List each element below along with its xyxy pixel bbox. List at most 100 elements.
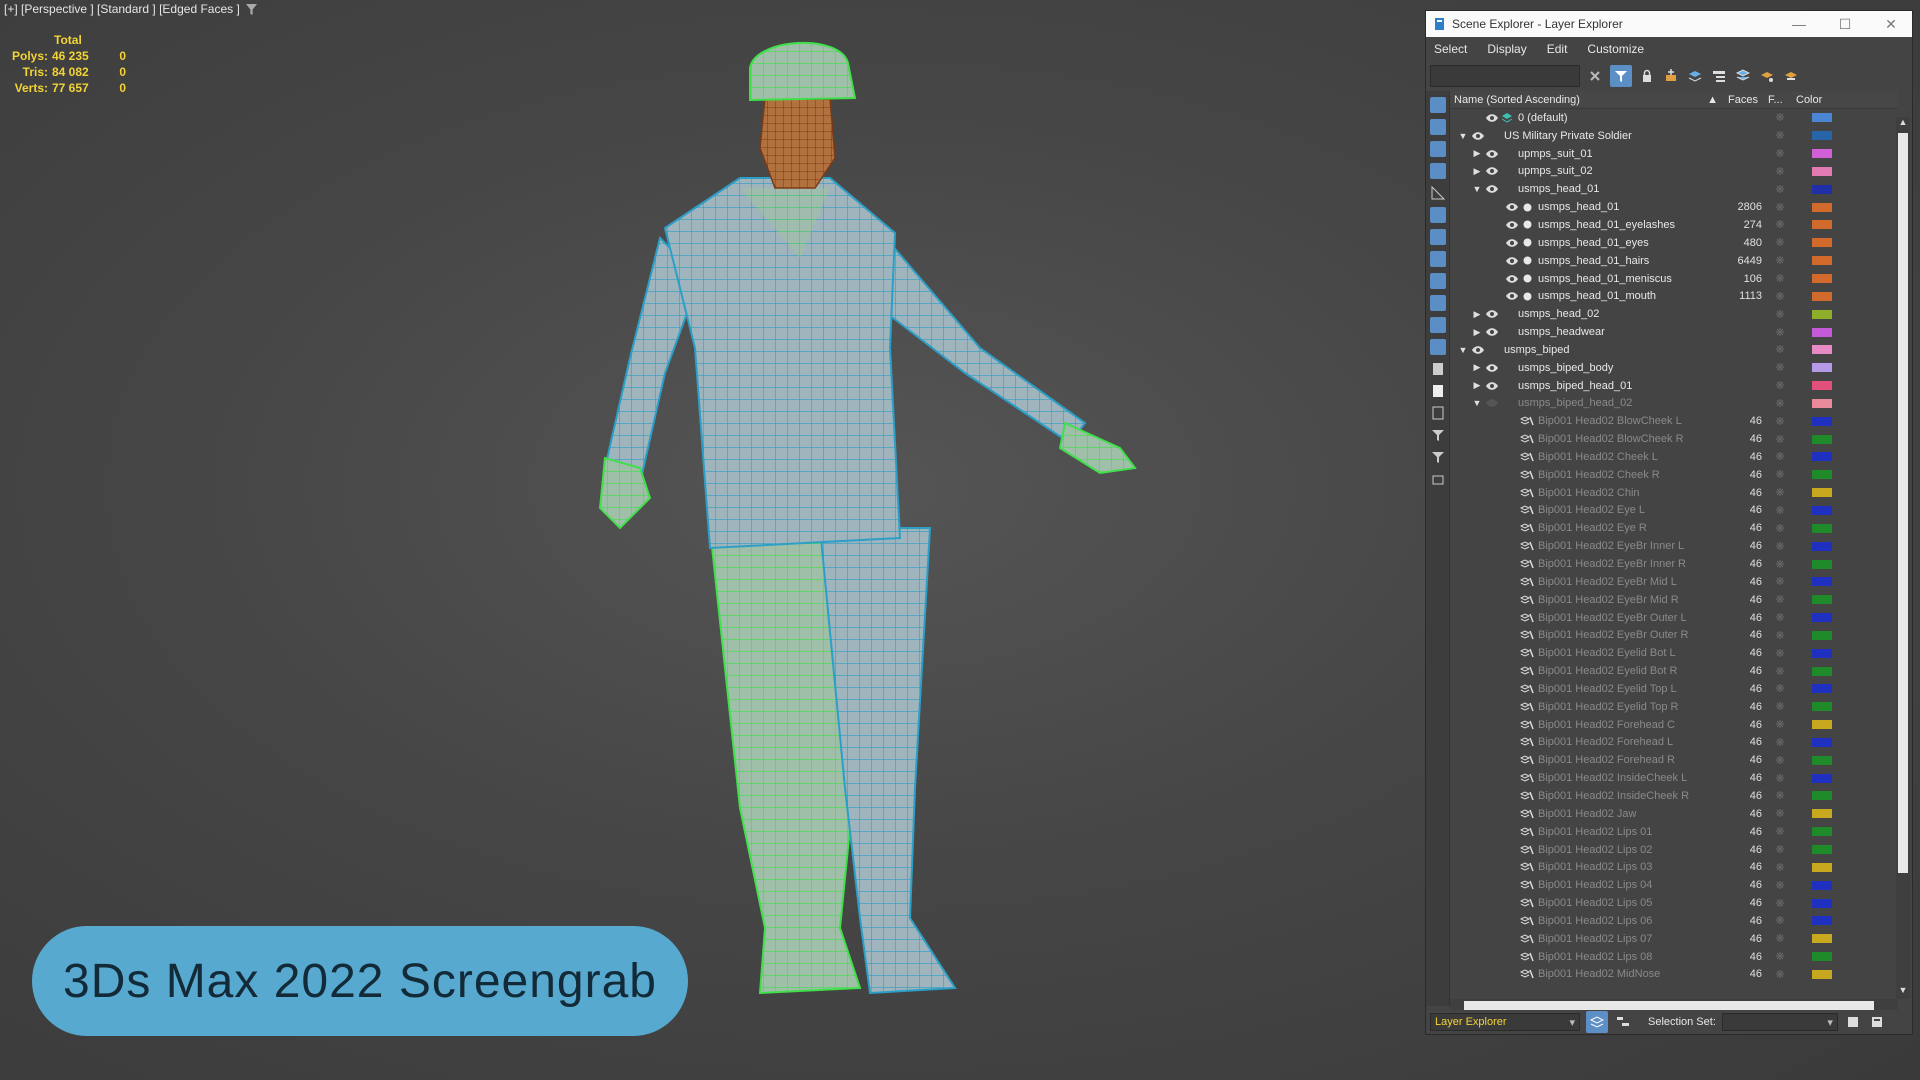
color-swatch[interactable]: [1812, 184, 1832, 194]
freeze-icon[interactable]: ❋: [1768, 789, 1792, 802]
tree-row[interactable]: Bip001 Head02 Forehead C 46 ❋: [1450, 716, 1898, 734]
close-icon[interactable]: ✕: [1868, 11, 1914, 37]
display-shapes-icon[interactable]: [1430, 119, 1446, 135]
color-swatch[interactable]: [1812, 666, 1832, 676]
row-name-cell[interactable]: usmps_head_01: [1450, 201, 1718, 213]
row-name-cell[interactable]: Bip001 Head02 Lips 06: [1450, 915, 1718, 927]
tree-row[interactable]: Bip001 Head02 Lips 01 46 ❋: [1450, 823, 1898, 841]
tree-row[interactable]: Bip001 Head02 Cheek R 46 ❋: [1450, 466, 1898, 484]
filter-funnel-alt-icon[interactable]: [1430, 449, 1446, 465]
row-color-cell[interactable]: [1792, 256, 1852, 266]
layer-mode-icon[interactable]: [1586, 1011, 1608, 1033]
row-name-cell[interactable]: ▼ usmps_head_01: [1450, 183, 1718, 195]
row-name-cell[interactable]: Bip001 Head02 EyeBr Mid L: [1450, 576, 1718, 588]
expand-toggle-icon[interactable]: ▼: [1470, 398, 1484, 408]
expand-toggle-icon[interactable]: ▼: [1456, 345, 1470, 355]
color-swatch[interactable]: [1812, 916, 1832, 926]
row-name-cell[interactable]: usmps_head_01_hairs: [1450, 255, 1718, 267]
freeze-icon[interactable]: ❋: [1768, 540, 1792, 553]
color-swatch[interactable]: [1812, 934, 1832, 944]
filter-toggle-icon[interactable]: [1610, 65, 1632, 87]
visibility-eye-icon[interactable]: [1484, 399, 1500, 408]
visibility-eye-icon[interactable]: [1484, 310, 1500, 318]
row-name-cell[interactable]: Bip001 Head02 Eye L: [1450, 504, 1718, 516]
freeze-icon[interactable]: ❋: [1768, 450, 1792, 463]
color-swatch[interactable]: [1812, 630, 1832, 640]
freeze-icon[interactable]: ❋: [1768, 361, 1792, 374]
row-name-cell[interactable]: ▶ usmps_headwear: [1450, 326, 1718, 338]
row-name-cell[interactable]: Bip001 Head02 Eyelid Top L: [1450, 683, 1718, 695]
freeze-icon[interactable]: ❋: [1768, 415, 1792, 428]
viewport-filter-icon[interactable]: [245, 3, 257, 15]
freeze-icon[interactable]: ❋: [1768, 879, 1792, 892]
tree-row[interactable]: Bip001 Head02 BlowCheek L 46 ❋: [1450, 412, 1898, 430]
visibility-eye-icon[interactable]: [1484, 328, 1500, 336]
color-swatch[interactable]: [1812, 809, 1832, 819]
row-color-cell[interactable]: [1792, 274, 1852, 284]
tree-row[interactable]: usmps_head_01_meniscus 106 ❋: [1450, 270, 1898, 288]
column-color[interactable]: Color: [1792, 94, 1862, 106]
row-name-cell[interactable]: Bip001 Head02 Forehead C: [1450, 719, 1718, 731]
display-spacewarps-icon[interactable]: [1430, 207, 1446, 223]
color-swatch[interactable]: [1812, 595, 1832, 605]
tree-row[interactable]: Bip001 Head02 Eyelid Bot R 46 ❋: [1450, 662, 1898, 680]
color-swatch[interactable]: [1812, 220, 1832, 230]
color-swatch[interactable]: [1812, 166, 1832, 176]
color-swatch[interactable]: [1812, 898, 1832, 908]
tree-row[interactable]: Bip001 Head02 Eyelid Top L 46 ❋: [1450, 680, 1898, 698]
soldier-model[interactable]: [560, 28, 1200, 1048]
row-color-cell[interactable]: [1792, 969, 1852, 979]
row-name-cell[interactable]: Bip001 Head02 EyeBr Inner R: [1450, 558, 1718, 570]
display-frozen-icon[interactable]: [1430, 317, 1446, 333]
row-color-cell[interactable]: [1792, 630, 1852, 640]
row-color-cell[interactable]: [1792, 131, 1852, 141]
color-swatch[interactable]: [1812, 416, 1832, 426]
row-name-cell[interactable]: ▶ usmps_biped_head_01: [1450, 380, 1718, 392]
freeze-icon[interactable]: ❋: [1768, 665, 1792, 678]
tree-row[interactable]: ▶ usmps_head_02 ❋: [1450, 305, 1898, 323]
color-swatch[interactable]: [1812, 702, 1832, 712]
row-color-cell[interactable]: [1792, 862, 1852, 872]
row-color-cell[interactable]: [1792, 220, 1852, 230]
freeze-icon[interactable]: ❋: [1768, 914, 1792, 927]
freeze-icon[interactable]: ❋: [1768, 326, 1792, 339]
row-name-cell[interactable]: Bip001 Head02 EyeBr Outer R: [1450, 629, 1718, 641]
color-swatch[interactable]: [1812, 327, 1832, 337]
tree-row[interactable]: Bip001 Head02 Lips 07 46 ❋: [1450, 930, 1898, 948]
row-name-cell[interactable]: Bip001 Head02 Cheek L: [1450, 451, 1718, 463]
freeze-icon[interactable]: ❋: [1768, 968, 1792, 981]
freeze-icon[interactable]: ❋: [1768, 647, 1792, 660]
tree-row[interactable]: Bip001 Head02 Lips 03 46 ❋: [1450, 858, 1898, 876]
freeze-icon[interactable]: ❋: [1768, 201, 1792, 214]
freeze-icon[interactable]: ❋: [1768, 897, 1792, 910]
tree-row[interactable]: Bip001 Head02 Lips 02 46 ❋: [1450, 841, 1898, 859]
color-swatch[interactable]: [1812, 613, 1832, 623]
row-name-cell[interactable]: ▼ usmps_biped: [1450, 344, 1718, 356]
display-cameras-icon[interactable]: [1430, 163, 1446, 179]
color-swatch[interactable]: [1812, 755, 1832, 765]
freeze-icon[interactable]: ❋: [1768, 754, 1792, 767]
freeze-icon[interactable]: ❋: [1768, 290, 1792, 303]
freeze-icon[interactable]: ❋: [1768, 379, 1792, 392]
freeze-icon[interactable]: ❋: [1768, 718, 1792, 731]
row-name-cell[interactable]: Bip001 Head02 Lips 02: [1450, 844, 1718, 856]
tree-row[interactable]: usmps_head_01_hairs 6449 ❋: [1450, 252, 1898, 270]
visibility-eye-icon[interactable]: [1484, 114, 1500, 122]
visibility-eye-icon[interactable]: [1470, 132, 1486, 140]
visibility-eye-icon[interactable]: [1504, 274, 1520, 283]
edit-selection-set-icon[interactable]: [1868, 1013, 1886, 1031]
freeze-icon[interactable]: ❋: [1768, 236, 1792, 249]
tree-row[interactable]: ▼ usmps_biped_head_02 ❋: [1450, 395, 1898, 413]
display-invert-icon[interactable]: [1430, 405, 1446, 421]
minimize-icon[interactable]: —: [1776, 11, 1822, 37]
clear-search-icon[interactable]: [1586, 67, 1604, 85]
freeze-icon[interactable]: ❋: [1768, 183, 1792, 196]
row-name-cell[interactable]: Bip001 Head02 Lips 03: [1450, 861, 1718, 873]
visibility-eye-icon[interactable]: [1504, 239, 1520, 247]
display-groups-icon[interactable]: [1430, 229, 1446, 245]
row-name-cell[interactable]: Bip001 Head02 Lips 07: [1450, 933, 1718, 945]
expand-toggle-icon[interactable]: ▶: [1470, 309, 1484, 320]
tree-row[interactable]: Bip001 Head02 Cheek L 46 ❋: [1450, 448, 1898, 466]
tree-row[interactable]: Bip001 Head02 Lips 05 46 ❋: [1450, 894, 1898, 912]
freeze-icon[interactable]: ❋: [1768, 807, 1792, 820]
